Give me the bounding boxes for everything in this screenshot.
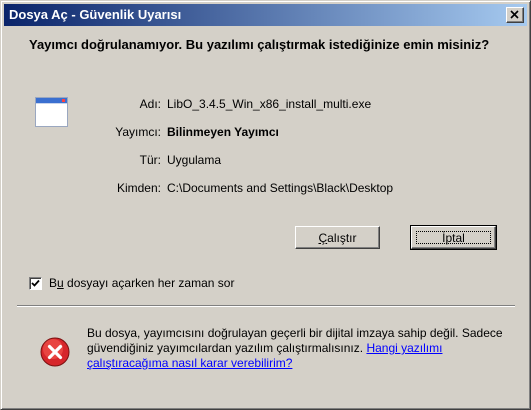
run-button[interactable]: Çalıştır [295,226,380,249]
warning-message: Bu dosya, yayımcısını doğrulayan geçerli… [87,326,522,371]
run-accelerator: Ç [318,230,328,245]
type-label: Tür: [139,153,161,167]
always-ask-label-end: dosyayı açarken her zaman sor [63,276,235,290]
run-label: alıştır [327,230,357,245]
check-icon [31,279,40,287]
error-shield-icon [40,337,70,367]
cancel-label: İptal [442,231,465,245]
always-ask-label[interactable]: Bu dosyayı açarken her zaman sor [49,276,234,290]
dialog-question: Yayımcı doğrulanamıyor. Bu yazılımı çalı… [29,37,490,52]
close-button[interactable] [506,7,524,23]
type-value: Uygulama [167,153,222,167]
name-label: Adı: [139,97,161,111]
publisher-value: Bilinmeyen Yayımcı [167,125,279,139]
publisher-label: Yayımcı: [115,125,161,139]
name-value: LibO_3.4.5_Win_x86_install_multi.exe [167,97,372,111]
cancel-button[interactable]: İptal [410,225,497,250]
security-warning-dialog: Dosya Aç - Güvenlik Uyarısı Yayımcı doğr… [0,0,531,410]
close-icon [510,10,519,19]
always-ask-checkbox[interactable] [29,277,42,290]
cancel-focus-rect: İptal [416,231,491,244]
always-ask-label-start: B [49,276,58,290]
separator [17,305,515,307]
from-label: Kimden: [116,181,161,195]
window-title: Dosya Aç - Güvenlik Uyarısı [9,7,182,22]
from-value: C:\Documents and Settings\Black\Desktop [167,181,394,195]
always-ask-accelerator: u [57,276,64,290]
title-bar[interactable]: Dosya Aç - Güvenlik Uyarısı [4,4,527,26]
